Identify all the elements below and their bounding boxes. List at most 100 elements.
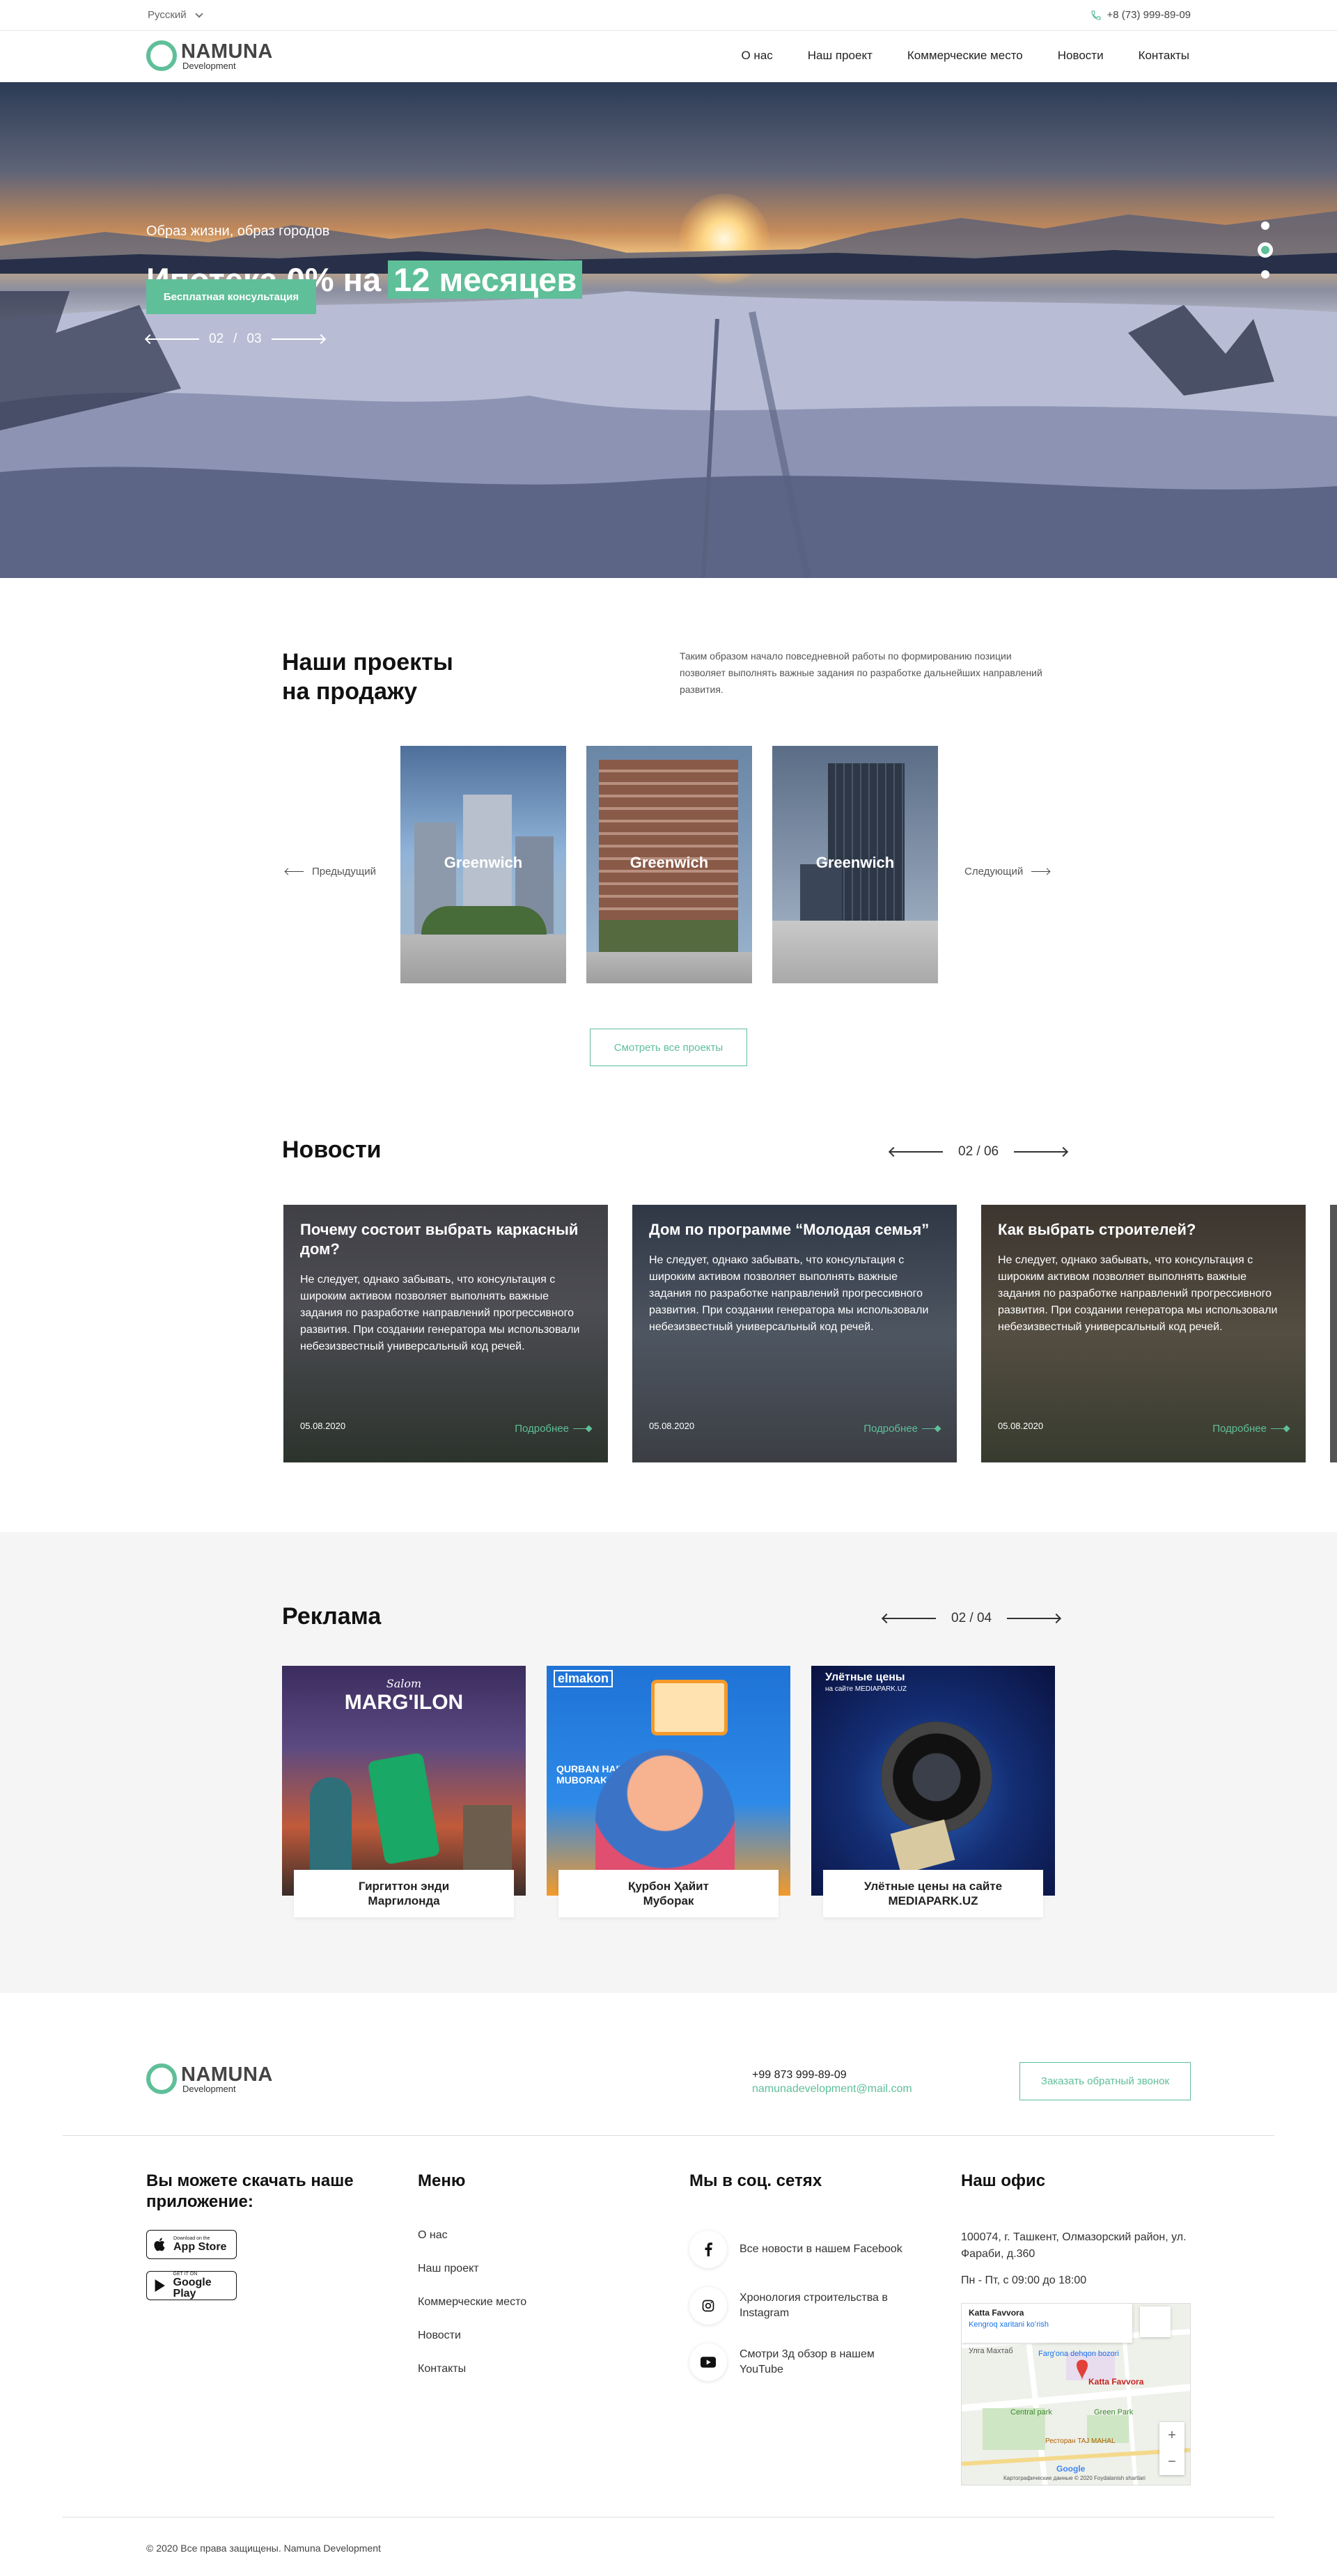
footer-divider: [63, 2135, 1274, 2136]
app-store-button[interactable]: Download on the App Store: [146, 2230, 237, 2259]
hero-prev-arrow-icon[interactable]: [146, 338, 199, 340]
free-consultation-button[interactable]: Бесплатная консультация: [146, 279, 316, 314]
top-bar: Русский +8 (73) 999-89-09: [0, 0, 1337, 31]
view-all-projects-button[interactable]: Смотреть все проекты: [590, 1029, 747, 1066]
ad-card-kurbon[interactable]: elmakon QURBAN HAIT MUBORAK: [547, 1666, 790, 1896]
footer-menu-news[interactable]: Новости: [418, 2329, 526, 2343]
ad-caption[interactable]: Гиргиттон энди Маргилонда: [294, 1870, 514, 1917]
office-map[interactable]: Katta Favvora Kengroq xaritani koʻrish У…: [961, 2303, 1191, 2485]
nav-item-commercial[interactable]: Коммерческие место: [907, 49, 1023, 63]
ad-banner-top: Salom: [386, 1677, 422, 1690]
project-card-title: Greenwich: [630, 854, 709, 871]
main-navbar: NAMUNA Development О нас Наш проект Комм…: [0, 31, 1337, 82]
header-logo[interactable]: NAMUNA Development: [146, 40, 273, 71]
footer-menu-commercial[interactable]: Коммерческие место: [418, 2295, 526, 2309]
callback-button[interactable]: Заказать обратный звонок: [1019, 2062, 1191, 2100]
news-card-more-link[interactable]: Подробнее: [863, 1423, 940, 1435]
appstore-big: App Store: [173, 2241, 227, 2253]
ads-pager-total: 04: [976, 1611, 992, 1625]
ad-caption[interactable]: Қурбон Ҳайит Муборак: [558, 1870, 779, 1917]
arrow-right-icon: [1031, 871, 1050, 872]
phone-ad-icon: [367, 1752, 441, 1865]
news-card-text: Не следует, однако забывать, что консуль…: [649, 1254, 929, 1333]
footer-email[interactable]: namunadevelopment@mail.com: [752, 2082, 912, 2096]
map-poi-central-park: Central park: [1010, 2408, 1052, 2417]
footer-menu-about[interactable]: О нас: [418, 2228, 526, 2242]
map-street: Улга Махтаб: [969, 2347, 1013, 2355]
hero-slide-dots: [1258, 221, 1273, 279]
nav-item-project[interactable]: Наш проект: [808, 49, 873, 63]
news-card[interactable]: Дом по программе “Молодая семья” Не след…: [632, 1205, 957, 1462]
news-card-text: Не следует, однако забывать, что консуль…: [998, 1254, 1278, 1333]
projects-next-button[interactable]: Следующий: [964, 866, 1050, 877]
office-address: 100074, г. Ташкент, Олмазорский район, у…: [961, 2231, 1187, 2260]
news-next-arrow-icon[interactable]: [1014, 1151, 1068, 1153]
news-pager-sep: /: [976, 1144, 980, 1159]
nav-item-news[interactable]: Новости: [1058, 49, 1104, 63]
ad-banner-main: MARG'ILON: [344, 1691, 464, 1714]
footer-menu-project[interactable]: Наш проект: [418, 2262, 526, 2276]
ad-banner-top: Улётные цены: [825, 1671, 905, 1683]
news-card-more-link[interactable]: Подробнее: [1212, 1423, 1289, 1435]
ad-caption[interactable]: Улётные цены на сайте MEDIAPARK.UZ: [823, 1870, 1043, 1917]
copyright-text: © 2020 Все права защищены. Namuna Develo…: [146, 2543, 381, 2554]
top-phone[interactable]: +8 (73) 999-89-09: [1090, 9, 1191, 21]
logo-ring-icon: [146, 2063, 177, 2094]
ads-next-arrow-icon[interactable]: [1007, 1618, 1061, 1619]
news-card-date: 05.08.2020: [998, 1421, 1044, 1431]
footer-menu-contacts[interactable]: Контакты: [418, 2362, 526, 2376]
map-place: Katta Favvora: [969, 2308, 1024, 2318]
language-selector[interactable]: Русский: [148, 9, 203, 21]
news-card-text: Не следует, однако забывать, что консуль…: [300, 1274, 580, 1352]
map-zoom-out-button[interactable]: −: [1168, 2454, 1176, 2470]
footer-phone[interactable]: +99 873 999-89-09: [752, 2068, 912, 2082]
hero-next-arrow-icon[interactable]: [271, 338, 325, 340]
hero-subtitle: Образ жизни, образ городов: [146, 224, 330, 239]
project-card[interactable]: Greenwich: [586, 746, 752, 983]
news-card-title: Почему состоит выбрать каркасный дом?: [300, 1221, 579, 1258]
nav-item-about[interactable]: О нас: [741, 49, 772, 63]
footer-logo[interactable]: NAMUNA Development: [146, 2063, 273, 2094]
hero-pager-current: 02: [209, 331, 224, 346]
social-instagram[interactable]: Хронология строительства в Instagram: [689, 2287, 914, 2325]
slide-dot-1[interactable]: [1261, 221, 1269, 230]
bottom-divider: [63, 2517, 1274, 2518]
ads-pager: 02 / 04: [883, 1611, 1061, 1626]
news-card-date: 05.08.2020: [300, 1421, 346, 1431]
slide-dot-2-active[interactable]: [1258, 242, 1273, 258]
news-card[interactable]: Почему состоит выбрать каркасный дом? Не…: [283, 1205, 608, 1462]
social-youtube[interactable]: Смотри 3д обзор в нашем YouTube: [689, 2343, 914, 2381]
google-play-button[interactable]: GET IT ON Google Play: [146, 2271, 237, 2300]
map-fullscreen-button[interactable]: [1140, 2306, 1171, 2337]
office-hours: Пн - Пт, с 09:00 до 18:00: [961, 2274, 1087, 2286]
ad-card-margilon[interactable]: Salom MARG'ILON: [282, 1666, 526, 1896]
news-prev-arrow-icon[interactable]: [890, 1151, 943, 1153]
project-card[interactable]: Greenwich: [772, 746, 938, 983]
news-card[interactable]: Как выбрать строителей? Не следует, одна…: [981, 1205, 1306, 1462]
map-zoom-in-button[interactable]: +: [1168, 2428, 1176, 2444]
social-facebook[interactable]: Все новости в нашем Facebook: [689, 2231, 914, 2268]
ad-card-mediapark[interactable]: Улётные цены на сайте MEDIAPARK.UZ: [811, 1666, 1055, 1896]
app-download-title: Вы можете скачать наше приложение:: [146, 2171, 354, 2211]
map-poi-restaurant: Ресторан TAJ MAHAL: [1045, 2437, 1116, 2445]
map-large-link[interactable]: Kengroq xaritani koʻrish: [969, 2320, 1125, 2329]
google-play-icon: [155, 2279, 165, 2292]
projects-title-line2: на продажу: [282, 678, 418, 705]
news-card-more-link[interactable]: Подробнее: [515, 1423, 591, 1435]
phone-icon: [1090, 10, 1101, 20]
news-card-peek: [1330, 1205, 1337, 1462]
projects-prev-button[interactable]: Предыдущий: [286, 866, 376, 877]
slide-dot-3[interactable]: [1261, 270, 1269, 279]
social-title: Мы в соц. сетях: [689, 2171, 822, 2190]
apple-icon: [154, 2238, 165, 2251]
googleplay-big: Google Play: [173, 2277, 212, 2300]
ads-pager-current: 02: [951, 1611, 967, 1625]
ads-prev-arrow-icon[interactable]: [883, 1618, 936, 1619]
nav-item-contacts[interactable]: Контакты: [1139, 49, 1189, 63]
footer-menu-title: Меню: [418, 2171, 466, 2190]
instagram-icon: [702, 2300, 714, 2312]
news-card-title: Дом по программе “Молодая семья”: [649, 1221, 930, 1238]
office-title: Наш офис: [961, 2171, 1046, 2190]
footer-contact: +99 873 999-89-09 namunadevelopment@mail…: [752, 2068, 912, 2096]
project-card[interactable]: Greenwich: [400, 746, 566, 983]
